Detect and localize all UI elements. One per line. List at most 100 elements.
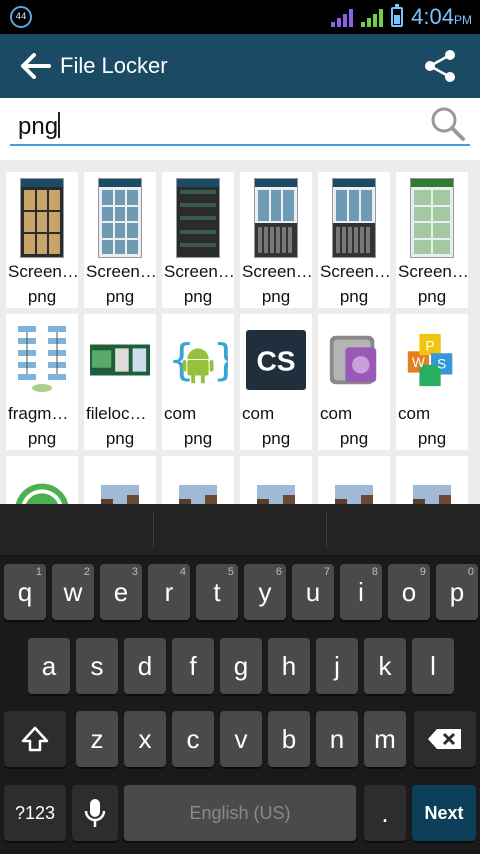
symbols-key[interactable]: ?123 — [4, 785, 66, 841]
safe-icon — [324, 320, 384, 400]
file-extension: png — [339, 429, 369, 448]
key-w[interactable]: w2 — [52, 564, 94, 620]
key-k-label: k — [378, 650, 392, 681]
next-key[interactable]: Next — [412, 785, 476, 841]
file-extension: png — [105, 429, 135, 448]
app-title: File Locker — [60, 53, 168, 78]
key-q[interactable]: q1 — [4, 564, 46, 620]
key-i[interactable]: i8 — [340, 564, 382, 620]
file-tile[interactable] — [6, 456, 78, 504]
file-tile[interactable] — [84, 456, 156, 504]
key-t-hint: 5 — [227, 566, 234, 578]
backspace-key[interactable] — [414, 711, 476, 767]
file-extension: png — [261, 429, 291, 448]
key-e-label: e — [113, 576, 129, 607]
shift-key[interactable] — [4, 711, 66, 767]
screenshot-keyboard-thumbnail — [324, 178, 384, 258]
cs-icon: CS — [246, 320, 306, 400]
file-grid: Screen… png Screen… png Screen… png Screen… png… — [0, 160, 480, 504]
share-icon[interactable] — [422, 48, 458, 84]
app-bar: File Locker — [0, 34, 480, 98]
period-key[interactable]: . — [364, 785, 406, 841]
search-icon[interactable] — [428, 104, 468, 144]
keyboard: q 1 w 2 e 3 r 4 t 5 y 6 u 7 i 8 o 9 p 0 a s d f g h j k l z x c v b n m ?123… — [0, 504, 480, 854]
file-name: Screen… — [398, 262, 469, 281]
file-tile[interactable]: Screen… png — [84, 172, 157, 308]
key-e-hint: 3 — [131, 566, 138, 578]
period-key-label: . — [381, 797, 389, 828]
key-j[interactable]: j — [316, 638, 358, 694]
key-z[interactable]: z — [76, 711, 118, 767]
signal-icon — [331, 7, 354, 27]
key-m[interactable]: m — [364, 711, 406, 767]
key-d[interactable]: d — [124, 638, 166, 694]
key-a[interactable]: a — [28, 638, 70, 694]
file-tile[interactable]: P W Scom png — [396, 314, 468, 450]
street-photo-thumbnail — [90, 462, 150, 504]
key-s[interactable]: s — [76, 638, 118, 694]
key-e[interactable]: e3 — [100, 564, 142, 620]
file-tile[interactable]: Screen… png — [396, 172, 469, 308]
whatsapp-icon — [12, 462, 72, 504]
search-input[interactable]: png — [10, 106, 470, 146]
key-d-label: d — [137, 650, 153, 681]
key-t[interactable]: t5 — [196, 564, 238, 620]
space-bar[interactable]: English (US) — [124, 785, 356, 841]
key-b[interactable]: b — [268, 711, 310, 767]
file-tile[interactable] — [162, 456, 234, 504]
file-extension: png — [339, 287, 369, 306]
key-r[interactable]: r4 — [148, 564, 190, 620]
microphone-icon — [84, 799, 106, 827]
key-q-hint: 1 — [35, 566, 42, 578]
key-n-label: n — [329, 723, 345, 754]
key-u-label: u — [305, 576, 321, 607]
street-photo-thumbnail — [246, 462, 306, 504]
key-y[interactable]: y6 — [244, 564, 286, 620]
voice-input-key[interactable] — [72, 785, 118, 841]
notification-badge: 44 — [10, 6, 32, 28]
back-arrow-icon[interactable] — [14, 44, 58, 88]
key-k[interactable]: k — [364, 638, 406, 694]
key-o-label: o — [401, 576, 417, 607]
key-o[interactable]: o9 — [388, 564, 430, 620]
key-x-label: x — [138, 723, 152, 754]
key-f[interactable]: f — [172, 638, 214, 694]
file-tile[interactable]: Screen… png — [240, 172, 313, 308]
key-q-label: q — [17, 576, 33, 607]
file-extension: png — [417, 287, 447, 306]
file-name: Screen… — [86, 262, 157, 281]
key-y-hint: 6 — [275, 566, 282, 578]
file-tile[interactable] — [396, 456, 468, 504]
key-l[interactable]: l — [412, 638, 454, 694]
key-g[interactable]: g — [220, 638, 262, 694]
file-tile[interactable] — [318, 456, 390, 504]
key-v[interactable]: v — [220, 711, 262, 767]
status-icons: 4:04PM — [331, 4, 472, 30]
key-x[interactable]: x — [124, 711, 166, 767]
file-tile[interactable]: fileloc… png — [84, 314, 156, 450]
file-tile[interactable]: CS com png — [240, 314, 312, 450]
file-tile[interactable]: {} com png — [162, 314, 234, 450]
clock: 4:04PM — [411, 4, 472, 29]
key-h[interactable]: h — [268, 638, 310, 694]
key-p[interactable]: p0 — [436, 564, 478, 620]
file-tile[interactable]: Screen… png — [162, 172, 235, 308]
key-m-label: m — [374, 723, 396, 754]
file-tile[interactable]: fragm… png — [6, 314, 78, 450]
screenshot-light-thumbnail — [90, 178, 150, 258]
svg-text:CS: CS — [256, 345, 295, 376]
file-tile[interactable] — [240, 456, 312, 504]
key-w-hint: 2 — [83, 566, 90, 578]
file-name: com — [320, 404, 353, 423]
key-i-label: i — [358, 576, 364, 607]
key-c[interactable]: c — [172, 711, 214, 767]
fragment-diagram-thumbnail — [12, 320, 72, 400]
file-tile[interactable]: Screen… png — [6, 172, 79, 308]
file-name: Screen… — [8, 262, 79, 281]
key-u[interactable]: u7 — [292, 564, 334, 620]
key-w-label: w — [63, 576, 83, 607]
file-tile[interactable]: com png — [318, 314, 390, 450]
file-tile[interactable]: Screen… png — [318, 172, 391, 308]
key-n[interactable]: n — [316, 711, 358, 767]
street-photo-thumbnail — [324, 462, 384, 504]
